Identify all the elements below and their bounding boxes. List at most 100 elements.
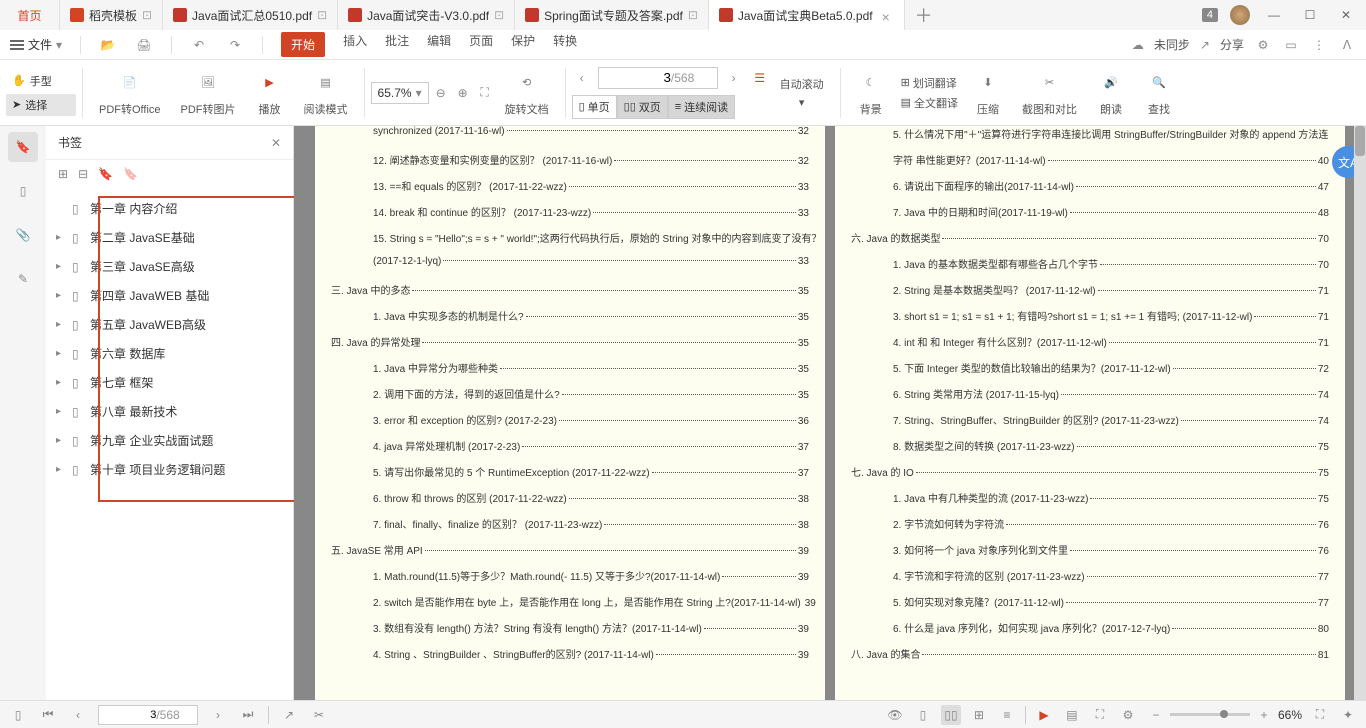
sb-settings-icon[interactable]: ✦ [1338,705,1358,725]
expand-icon[interactable]: ▸ [56,377,66,388]
thumbnail-panel-toggle[interactable]: ▯ [8,176,38,206]
sb-page-field[interactable] [116,709,156,721]
minimize-button[interactable]: — [1262,3,1286,27]
sb-play-icon[interactable]: ▶ [1034,705,1054,725]
gear-icon[interactable]: ⚙ [1254,36,1272,54]
sb-fullscreen-icon[interactable]: ⛶ [1310,705,1330,725]
play-button[interactable]: ▶播放 [246,69,294,117]
unsync-label[interactable]: 未同步 [1154,36,1190,53]
sb-fit-icon[interactable]: ⛶ [1090,705,1110,725]
menu-插入[interactable]: 插入 [343,32,367,57]
collapse-icon[interactable]: ᐱ [1338,36,1356,54]
bookmark-item[interactable]: ▸ ▯ 第三章 JavaSE高级 [46,252,293,281]
next-page[interactable]: › [724,68,744,88]
avatar[interactable] [1230,5,1250,25]
more-icon[interactable]: ⋮ [1310,36,1328,54]
document-tab[interactable]: Spring面试专题及答案.pdf ⊡ [515,0,709,30]
sb-zoom-in[interactable]: + [1254,705,1274,725]
menu-编辑[interactable]: 编辑 [427,32,451,57]
signature-panel-toggle[interactable]: ✎ [8,264,38,294]
page-overflow[interactable]: ☰ [750,68,770,88]
feedback-icon[interactable]: ▭ [1282,36,1300,54]
tab-close-icon[interactable]: × [882,9,894,21]
file-menu[interactable]: 文件 ▾ [10,36,62,53]
expand-icon[interactable]: ▸ [56,348,66,359]
scrollbar[interactable] [1354,126,1366,700]
expand-icon[interactable]: ▸ [56,406,66,417]
expand-icon[interactable]: ▸ [56,232,66,243]
page-number-field[interactable] [621,70,671,85]
attachment-panel-toggle[interactable]: 📎 [8,220,38,250]
redo-icon[interactable]: ↷ [226,36,244,54]
read-aloud-button[interactable]: 🔊朗读 [1087,69,1135,117]
bookmark-panel-toggle[interactable]: 🔖 [8,132,38,162]
compress-button[interactable]: ⬇压缩 [964,69,1012,117]
expand-icon[interactable]: ▸ [56,261,66,272]
document-tab[interactable]: Java面试汇总0510.pdf ⊡ [163,0,338,30]
print-icon[interactable]: 🖨 [135,36,153,54]
find-button[interactable]: 🔍查找 [1135,69,1183,117]
sb-last-page[interactable]: ⏭ [238,705,258,725]
close-panel-icon[interactable]: ✕ [271,136,281,150]
document-tab[interactable]: Java面试突击-V3.0.pdf ⊡ [338,0,515,30]
document-tab[interactable]: 稻壳模板 ⊡ [60,0,163,30]
continuous-view[interactable]: ≡连续阅读 [668,95,735,119]
sb-page-input[interactable]: /568 [98,705,198,725]
prev-page[interactable]: ‹ [572,68,592,88]
zoom-out[interactable]: ⊖ [431,83,451,103]
expand-icon[interactable] [56,203,66,214]
hand-tool[interactable]: ✋手型 [6,70,76,92]
bookmark-item[interactable]: ▸ ▯ 第九章 企业实战面试题 [46,426,293,455]
expand-icon[interactable]: ▸ [56,435,66,446]
sb-continuous-view[interactable]: ≡ [997,705,1017,725]
add-bookmark-icon[interactable]: ⊞ [58,167,68,181]
sb-first-page[interactable]: ⏮ [38,705,58,725]
bookmark-item[interactable]: ▸ ▯ 第七章 框架 [46,368,293,397]
selection-translate[interactable]: ⊞划词翻译 [901,75,958,91]
expand-icon[interactable]: ▸ [56,319,66,330]
sb-double-view[interactable]: ▯▯ [941,705,961,725]
pdf-to-office[interactable]: 📄PDF转Office [89,69,171,117]
undo-icon[interactable]: ↶ [190,36,208,54]
single-page-view[interactable]: ▯单页 [572,95,617,119]
bookmark-icon[interactable]: 🔖 [98,167,113,181]
rotate-button[interactable]: ⟲旋转文档 [495,69,559,117]
menu-转换[interactable]: 转换 [553,32,577,57]
sb-next-page[interactable]: › [208,705,228,725]
page-input[interactable]: /568 [598,67,718,89]
sb-prev-page[interactable]: ‹ [68,705,88,725]
bookmark-item[interactable]: ▸ ▯ 第四章 JavaWEB 基础 [46,281,293,310]
bookmark-item[interactable]: ▸ ▯ 第二章 JavaSE基础 [46,223,293,252]
sb-crop-icon[interactable]: ✂ [309,705,329,725]
maximize-button[interactable]: ☐ [1298,3,1322,27]
bookmark-item[interactable]: ▸ ▯ 第十章 项目业务逻辑问题 [46,455,293,484]
sb-gear-icon[interactable]: ⚙ [1118,705,1138,725]
bookmark-item[interactable]: ▸ ▯ 第五章 JavaWEB高级 [46,310,293,339]
bookmark-item[interactable]: ▸ ▯ 第六章 数据库 [46,339,293,368]
share-button[interactable]: 分享 [1220,36,1244,53]
fit-width[interactable]: ⛶ [475,83,495,103]
sb-grid-view[interactable]: ⊞ [969,705,989,725]
expand-icon[interactable]: ▸ [56,464,66,475]
sb-thumbnail-icon[interactable]: ▯ [8,705,28,725]
autoscroll-button[interactable]: 自动滚动▾ [770,76,834,109]
remove-bookmark-icon[interactable]: ⊟ [78,167,88,181]
close-button[interactable]: ✕ [1334,3,1358,27]
full-translate[interactable]: ▤全文翻译 [901,95,958,111]
double-page-view[interactable]: ▯▯双页 [617,95,668,119]
crop-compare-button[interactable]: ✂截图和对比 [1012,69,1087,117]
tab-home[interactable]: 首页 [0,0,60,30]
read-mode[interactable]: ▤阅读模式 [294,69,358,117]
zoom-select[interactable]: 65.7%▾ [371,82,429,104]
background-button[interactable]: ☾背景 [847,69,895,117]
pdf-to-image[interactable]: 🖼PDF转图片 [171,69,246,117]
sb-eye-icon[interactable]: 👁 [885,705,905,725]
document-tab[interactable]: Java面试宝典Beta5.0.pdf × [709,0,905,30]
sb-zoom-out[interactable]: − [1146,705,1166,725]
bookmark-item[interactable]: ▯ 第一章 内容介绍 [46,194,293,223]
menu-保护[interactable]: 保护 [511,32,535,57]
open-icon[interactable]: 📂 [99,36,117,54]
menu-页面[interactable]: 页面 [469,32,493,57]
sb-export-icon[interactable]: ↗ [279,705,299,725]
menu-批注[interactable]: 批注 [385,32,409,57]
